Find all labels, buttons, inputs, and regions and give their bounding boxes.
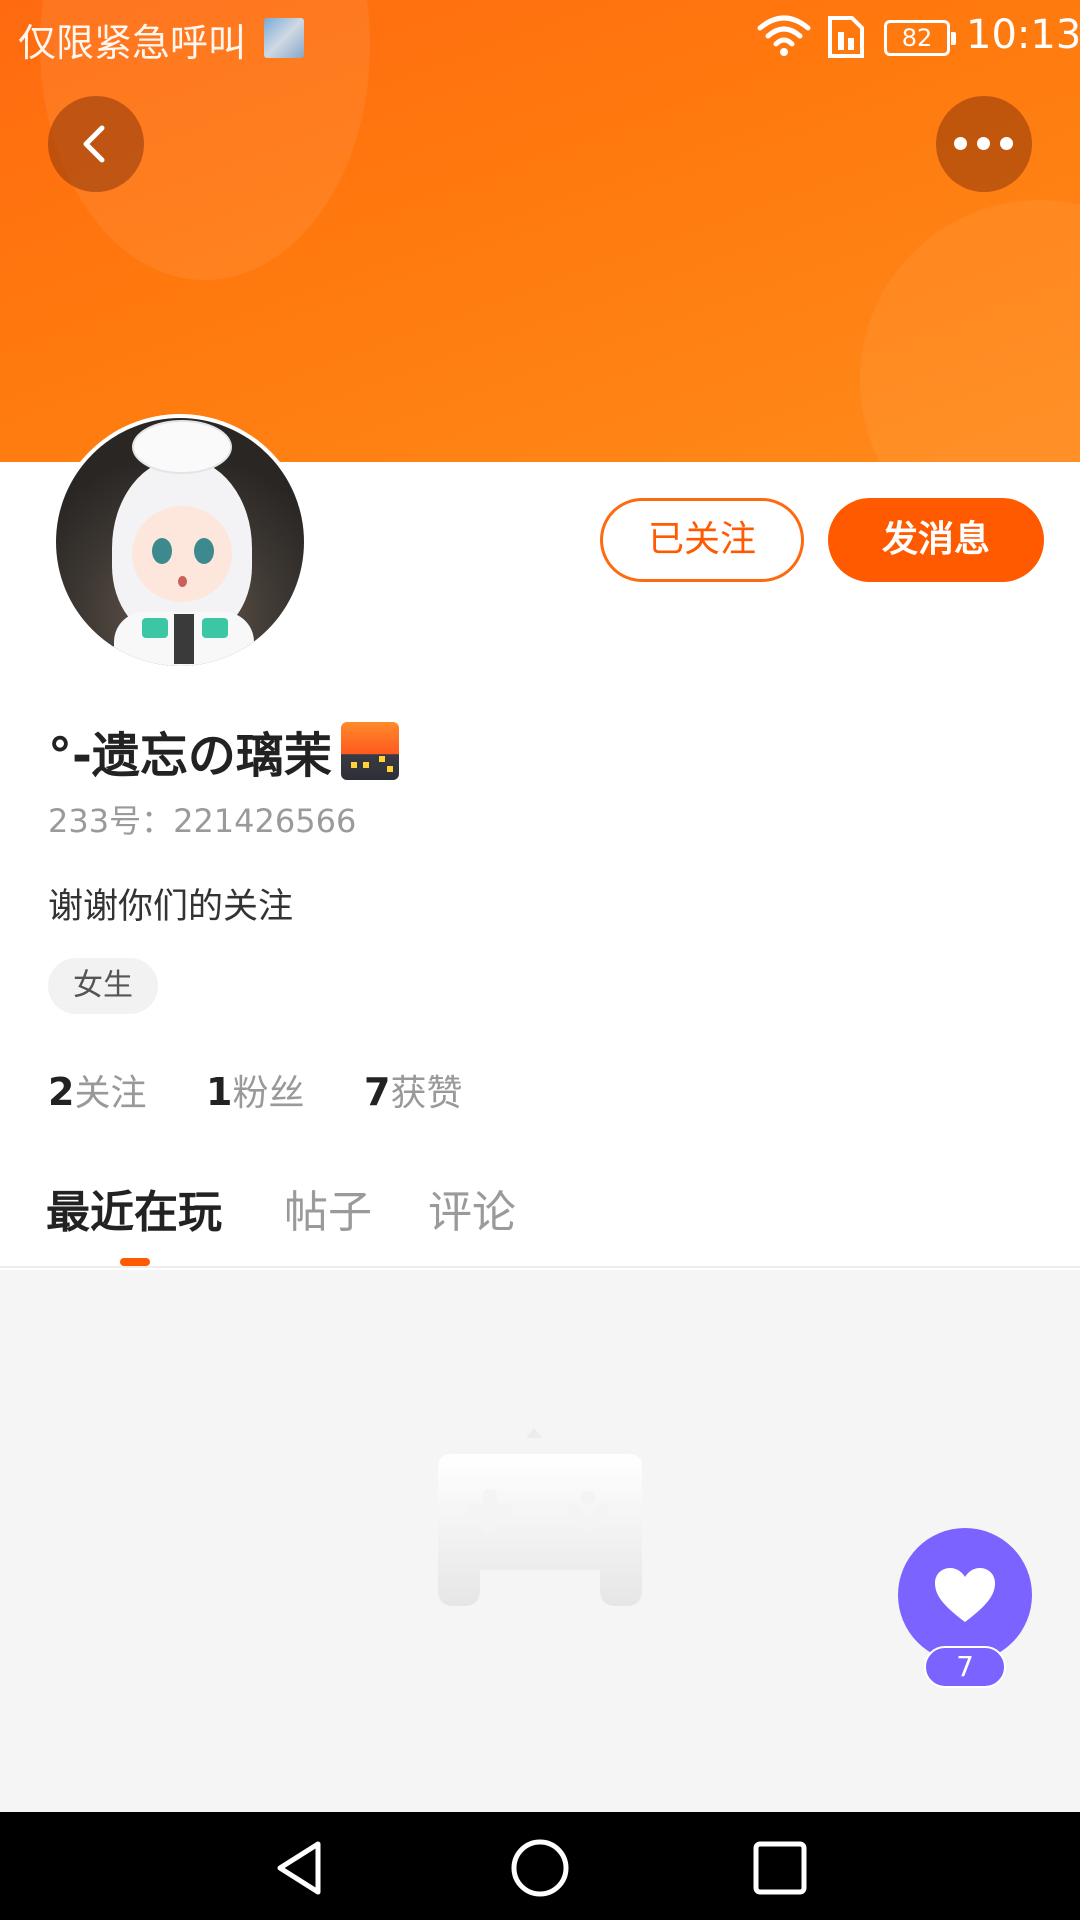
battery-level: 82 xyxy=(901,24,933,52)
tab-posts[interactable]: 帖子 xyxy=(284,1176,372,1240)
more-button[interactable] xyxy=(936,96,1032,192)
carrier-text: 仅限紧急呼叫 xyxy=(18,21,247,65)
clock: 10:13 xyxy=(966,12,1080,58)
following-count: 2 xyxy=(48,1070,75,1114)
nickname: °-遗忘の璃茉 xyxy=(48,728,332,784)
battery-indicator: 82 xyxy=(884,20,956,56)
city-emoji-icon xyxy=(341,722,400,780)
tab-content xyxy=(0,1270,1080,1812)
like-count-badge: 7 xyxy=(924,1646,1006,1688)
followed-button[interactable]: 已关注 xyxy=(600,498,804,582)
avatar[interactable] xyxy=(52,414,308,670)
nav-recents-icon[interactable] xyxy=(750,1838,810,1898)
wifi-icon xyxy=(757,15,811,56)
avatar-image xyxy=(56,418,304,666)
more-horizontal-icon xyxy=(954,137,1014,151)
gender-tag: 女生 xyxy=(48,958,158,1014)
likes-count: 7 xyxy=(364,1070,391,1114)
user-id: 233号：221426566 xyxy=(48,802,357,840)
gamepad-icon xyxy=(438,1428,642,1606)
tab-comments[interactable]: 评论 xyxy=(428,1176,516,1240)
profile-tabs: 最近在玩 帖子 评论 xyxy=(0,1168,1080,1268)
banner-decoration xyxy=(860,200,1080,462)
sim-card-icon xyxy=(828,16,864,58)
like-button[interactable] xyxy=(898,1528,1032,1662)
following-label: 关注 xyxy=(74,1073,147,1114)
fans-stat[interactable]: 1粉丝 xyxy=(206,1064,304,1116)
send-message-button[interactable]: 发消息 xyxy=(828,498,1044,582)
likes-stat: 7获赞 xyxy=(364,1064,462,1116)
profile-screen: 仅限紧急呼叫 82 10:13 已关注 发消息 °-遗忘の璃茉 233号：221… xyxy=(0,0,1080,1920)
status-bar: 仅限紧急呼叫 82 10:13 xyxy=(0,0,1080,76)
following-stat[interactable]: 2关注 xyxy=(48,1064,146,1116)
tab-recently-played[interactable]: 最近在玩 xyxy=(46,1176,222,1240)
system-nav-bar xyxy=(0,1812,1080,1920)
likes-label: 获赞 xyxy=(390,1073,463,1114)
heart-icon xyxy=(935,1568,995,1622)
fans-count: 1 xyxy=(206,1070,233,1114)
nav-home-icon[interactable] xyxy=(510,1838,570,1898)
notification-image-icon xyxy=(264,18,304,58)
fans-label: 粉丝 xyxy=(232,1073,305,1114)
bio: 谢谢你们的关注 xyxy=(48,887,294,927)
tab-indicator xyxy=(120,1258,150,1266)
back-button[interactable] xyxy=(48,96,144,192)
chevron-left-icon xyxy=(83,125,105,163)
nav-back-icon[interactable] xyxy=(270,1838,330,1898)
nickname-row: °-遗忘の璃茉 xyxy=(48,716,400,784)
